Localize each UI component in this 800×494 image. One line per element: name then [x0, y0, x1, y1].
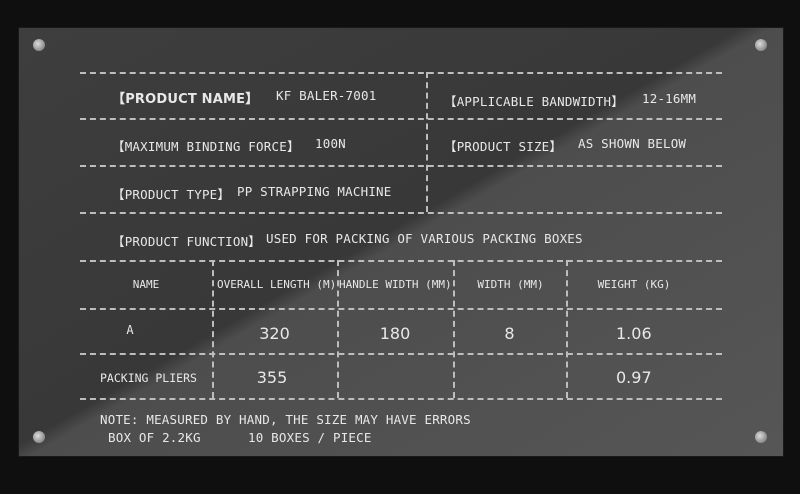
table-cell: 355: [256, 368, 288, 387]
note-box-weight: BOX OF 2.2KG: [108, 430, 201, 445]
force-value: 100N: [315, 136, 346, 151]
type-value: PP STRAPPING MACHINE: [237, 184, 392, 199]
divider: [80, 72, 722, 74]
divider: [80, 353, 722, 355]
table-cell: 8: [504, 324, 515, 343]
divider: [80, 118, 722, 120]
table-row-name: PACKING PLIERS: [100, 371, 197, 385]
col-header-length: OVERALL LENGTH (M): [217, 278, 337, 291]
note-text: NOTE: MEASURED BY HAND, THE SIZE MAY HAV…: [100, 412, 471, 427]
product-name-value: KF BALER-7001: [276, 88, 377, 103]
size-label: 【PRODUCT SIZE】: [444, 139, 563, 154]
note-box-count: 10 BOXES / PIECE: [248, 430, 372, 445]
divider: [80, 398, 722, 400]
size-value: AS SHOWN BELOW: [578, 136, 687, 151]
table-row-name: A: [126, 323, 134, 337]
divider: [80, 308, 722, 310]
table-cell: 0.97: [616, 368, 652, 387]
col-header-handle-width: HANDLE WIDTH (MM): [339, 278, 452, 291]
function-label: 【PRODUCT FUNCTION】: [112, 234, 262, 249]
function-value: USED FOR PACKING OF VARIOUS PACKING BOXE…: [266, 231, 583, 246]
bandwidth-label: 【APPLICABLE BANDWIDTH】: [444, 94, 624, 109]
product-name-label: 【PRODUCT NAME】: [112, 92, 259, 107]
divider: [80, 212, 722, 214]
screw-icon: [33, 39, 45, 51]
col-header-weight: WEIGHT (KG): [597, 278, 671, 291]
table-cell: 180: [379, 324, 411, 343]
bandwidth-value: 12-16MM: [642, 91, 697, 106]
screw-icon: [33, 431, 45, 443]
table-cell: 320: [259, 324, 290, 343]
divider: [80, 260, 722, 262]
divider: [80, 165, 722, 167]
col-header-width: WIDTH (MM): [477, 278, 544, 291]
force-label: 【MAXIMUM BINDING FORCE】: [112, 139, 300, 154]
type-label: 【PRODUCT TYPE】: [112, 187, 231, 202]
col-header-name: NAME: [132, 278, 160, 291]
table-cell: 1.06: [616, 324, 652, 343]
screw-icon: [755, 39, 767, 51]
screw-icon: [755, 431, 767, 443]
divider: [426, 72, 428, 212]
